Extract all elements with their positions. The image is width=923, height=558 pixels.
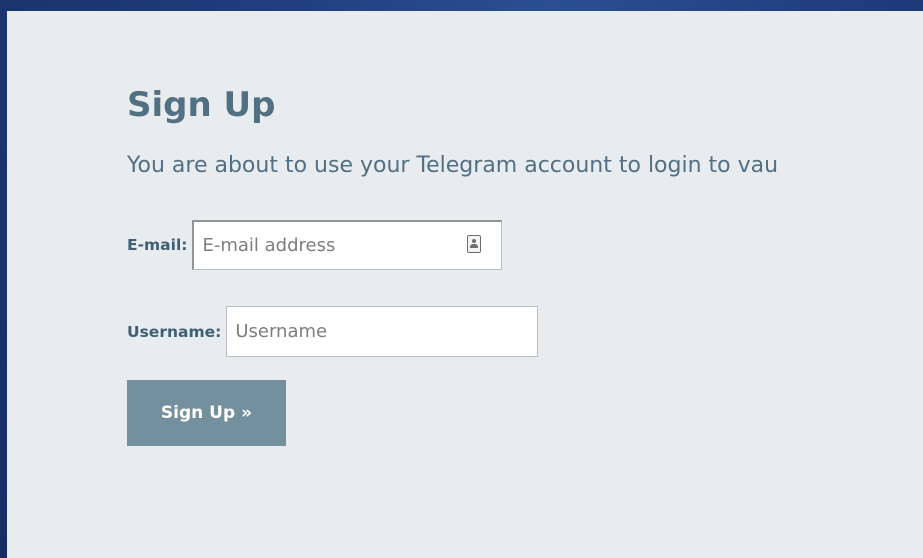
username-field-wrapper [226, 306, 539, 357]
sign-up-button[interactable]: Sign Up » [127, 380, 286, 446]
intro-text: You are about to use your Telegram accou… [127, 153, 779, 178]
email-row: E-mail: [127, 220, 503, 270]
email-field[interactable] [194, 222, 502, 269]
username-label: Username: [127, 322, 222, 341]
contact-card-icon[interactable] [467, 235, 482, 253]
email-field-wrapper [192, 220, 503, 270]
username-field[interactable] [227, 307, 538, 356]
email-label: E-mail: [127, 236, 188, 254]
signup-panel: Sign Up You are about to use your Telegr… [7, 11, 923, 558]
page-title: Sign Up [127, 85, 276, 125]
username-row: Username: [127, 306, 539, 357]
